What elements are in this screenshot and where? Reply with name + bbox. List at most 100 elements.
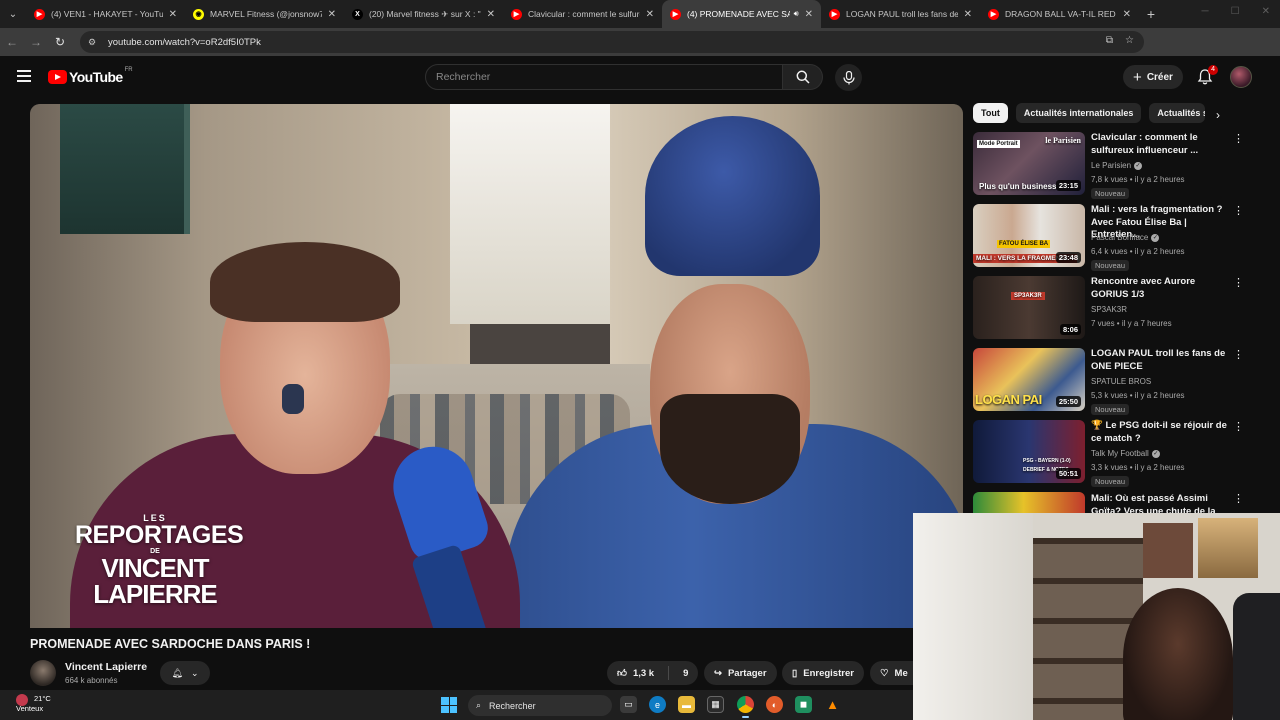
youtube-icon: ▶ <box>829 8 840 20</box>
close-tab-icon[interactable]: ✕ <box>646 9 654 20</box>
create-button[interactable]: + Créer <box>1123 65 1183 89</box>
browser-tab[interactable]: ▶ (4) VEN1 - HAKAYET - YouTube ✕ <box>26 0 185 28</box>
app-icon[interactable]: ◼ <box>795 696 812 713</box>
more-options-icon[interactable]: ⋮ <box>1233 134 1244 145</box>
snapchat-icon: ◉ <box>193 8 204 20</box>
weather-widget[interactable]: 21°C Venteux <box>16 694 51 714</box>
comments-count[interactable]: 9 <box>683 668 688 679</box>
address-bar[interactable]: ⚙ youtube.com/watch?v=oR2df5I0TPk ⧉ ☆ <box>80 31 1144 53</box>
close-tab-icon[interactable]: ✕ <box>169 9 177 20</box>
close-tab-icon[interactable]: ✕ <box>487 9 495 20</box>
recommendation-title[interactable]: 🏆 Le PSG doit-il se réjouir de ce match … <box>1091 420 1231 445</box>
like-button[interactable]: 👍︎ 1,3 k <box>617 667 654 680</box>
youtube-logo[interactable]: YouTube FR <box>48 67 133 85</box>
recommendation-channel[interactable]: SP3AK3R <box>1091 305 1127 314</box>
voice-search-button[interactable] <box>835 64 862 91</box>
verified-icon: ✓ <box>1151 449 1160 458</box>
close-window-icon[interactable]: ✕ <box>1262 6 1270 17</box>
store-icon[interactable]: ▦ <box>707 696 724 713</box>
recommendation-item[interactable]: PSG - BAYERN (1-0) DEBRIEF & NOTES 50:51… <box>973 420 1244 487</box>
recommendation-title[interactable]: Mali: Où est passé Assimi Goïta? Vers un… <box>1091 493 1231 514</box>
task-view-icon[interactable]: ▭ <box>620 696 637 713</box>
browser-tab[interactable]: ▶ Clavicular : comment le sulfureu ✕ <box>503 0 662 28</box>
taskbar-search[interactable]: ⌕ Rechercher <box>468 695 612 716</box>
recommendation-title[interactable]: Rencontre avec Aurore GORIUS 1/3 <box>1091 276 1231 301</box>
video-thumbnail[interactable] <box>973 492 1085 514</box>
more-options-icon[interactable]: ⋮ <box>1233 278 1244 289</box>
file-explorer-icon[interactable]: ▬ <box>678 696 695 713</box>
more-options-icon[interactable]: ⋮ <box>1233 494 1243 505</box>
tab-search-icon[interactable]: ⌄ <box>0 0 26 28</box>
recommendation-item[interactable]: FATOU ÉLISE BA MALI : VERS LA FRAGMENTAT… <box>973 204 1244 271</box>
edge-icon[interactable]: e <box>649 696 666 713</box>
bookmark-star-icon[interactable]: ☆ <box>1125 35 1134 46</box>
browser-tab-strip: ⌄ ▶ (4) VEN1 - HAKAYET - YouTube ✕ ◉ MARVEL … <box>0 0 1280 28</box>
vlc-icon[interactable]: ▲ <box>824 696 841 713</box>
more-options-icon[interactable]: ⋮ <box>1233 206 1244 217</box>
menu-icon[interactable] <box>17 70 31 82</box>
video-thumbnail[interactable]: LOGAN PAI 25:50 <box>973 348 1085 411</box>
thumbs-up-icon: 👍︎ <box>617 668 627 679</box>
share-button[interactable]: ↪ Partager <box>704 661 777 685</box>
browser-tab[interactable]: ▶ LOGAN PAUL troll les fans de O ✕ <box>821 0 980 28</box>
url-text: youtube.com/watch?v=oR2df5I0TPk <box>108 36 261 48</box>
browser-tab[interactable]: ▶ DRAGON BALL VA-T-IL RED ✕ <box>980 0 1139 28</box>
subscription-bell-button[interactable]: 🔔︎ ⌄ <box>160 661 210 685</box>
search-input[interactable]: Rechercher <box>425 64 783 90</box>
chevron-right-icon[interactable]: › <box>1216 108 1220 122</box>
maximize-icon[interactable]: ☐ <box>1231 6 1240 17</box>
new-tab-button[interactable]: + <box>1139 6 1163 22</box>
tab-title: (4) PROMENADE AVEC SAR <box>687 9 790 19</box>
video-thumbnail[interactable]: FATOU ÉLISE BA MALI : VERS LA FRAGMENTAT… <box>973 204 1085 267</box>
notifications-button[interactable]: 4 <box>1196 65 1218 86</box>
recommendation-title[interactable]: LOGAN PAUL troll les fans de ONE PIECE <box>1091 348 1231 373</box>
forward-icon[interactable]: → <box>24 35 48 49</box>
chrome-icon[interactable] <box>737 696 754 718</box>
chip-all[interactable]: Tout <box>973 103 1008 123</box>
close-tab-icon[interactable]: ✕ <box>964 9 972 20</box>
browser-tab[interactable]: X (20) Marvel fitness ✈ sur X : "M ✕ <box>344 0 503 28</box>
video-thumbnail[interactable]: SP3AK3R 8:06 <box>973 276 1085 339</box>
more-options-icon[interactable]: ⋮ <box>1233 350 1244 361</box>
recommendation-channel[interactable]: SPATULE BROS <box>1091 377 1151 386</box>
chip-sports-news[interactable]: Actualités sp <box>1149 103 1206 123</box>
recommendation-item[interactable]: Mali: Où est passé Assimi Goïta? Vers un… <box>973 492 1243 514</box>
channel-avatar[interactable] <box>30 660 56 686</box>
recommendation-channel[interactable]: Le Parisien ✓ <box>1091 161 1143 170</box>
video-thumbnail[interactable]: PSG - BAYERN (1-0) DEBRIEF & NOTES 50:51 <box>973 420 1085 483</box>
recommendation-item[interactable]: SP3AK3R 8:06 Rencontre avec Aurore GORIU… <box>973 276 1244 342</box>
back-icon[interactable]: ← <box>0 35 24 49</box>
youtube-icon: ▶ <box>34 8 45 20</box>
video-player[interactable]: LES REPORTAGES DE VINCENT LAPIERRE <box>30 104 963 628</box>
windows-start-icon[interactable] <box>441 697 457 713</box>
recommendation-channel[interactable]: Talk My Football ✓ <box>1091 449 1160 458</box>
save-button[interactable]: ▯ Enregistrer <box>782 661 864 685</box>
recommendation-item[interactable]: LOGAN PAI 25:50 LOGAN PAUL troll les fan… <box>973 348 1244 415</box>
recommendation-channel[interactable]: Pascal Boniface ✓ <box>1091 233 1160 242</box>
browser-tab[interactable]: ◉ MARVEL Fitness (@jonsnow78) ✕ <box>185 0 344 28</box>
duration-badge: 23:48 <box>1055 252 1081 263</box>
search-button[interactable] <box>783 64 823 90</box>
install-app-icon[interactable]: ⧉ <box>1106 35 1113 46</box>
close-tab-icon[interactable]: ✕ <box>805 9 813 20</box>
firefox-icon[interactable]: ◐ <box>766 696 783 713</box>
browser-tab[interactable]: ▶ (4) PROMENADE AVEC SAR 🔊︎ ✕ <box>662 0 821 28</box>
webcam-poster <box>1198 518 1258 578</box>
more-options-icon[interactable]: ⋮ <box>1233 422 1244 433</box>
microphone-icon <box>842 70 855 84</box>
thanks-button[interactable]: ♡ Me <box>870 661 913 685</box>
close-tab-icon[interactable]: ✕ <box>1123 9 1131 20</box>
account-avatar[interactable] <box>1230 66 1252 88</box>
recommendation-item[interactable]: Mode Portrait le Parisien Plus qu'un bus… <box>973 132 1244 199</box>
reload-icon[interactable]: ↻ <box>48 35 72 49</box>
chip-international-news[interactable]: Actualités internationales <box>1015 103 1142 123</box>
sidebar-chip-bar: Tout Actualités internationales Actualit… <box>973 103 1206 125</box>
recommendation-title[interactable]: Clavicular : comment le sulfureux influe… <box>1091 132 1231 157</box>
site-info-icon[interactable]: ⚙ <box>88 37 100 47</box>
speaker-icon[interactable]: 🔊︎ <box>794 9 799 19</box>
channel-name[interactable]: Vincent Lapierre <box>65 661 147 673</box>
video-thumbnail[interactable]: Mode Portrait le Parisien Plus qu'un bus… <box>973 132 1085 195</box>
video-frame-person-right-cap <box>645 116 820 276</box>
close-tab-icon[interactable]: ✕ <box>328 9 336 20</box>
minimize-icon[interactable]: ─ <box>1202 6 1209 17</box>
